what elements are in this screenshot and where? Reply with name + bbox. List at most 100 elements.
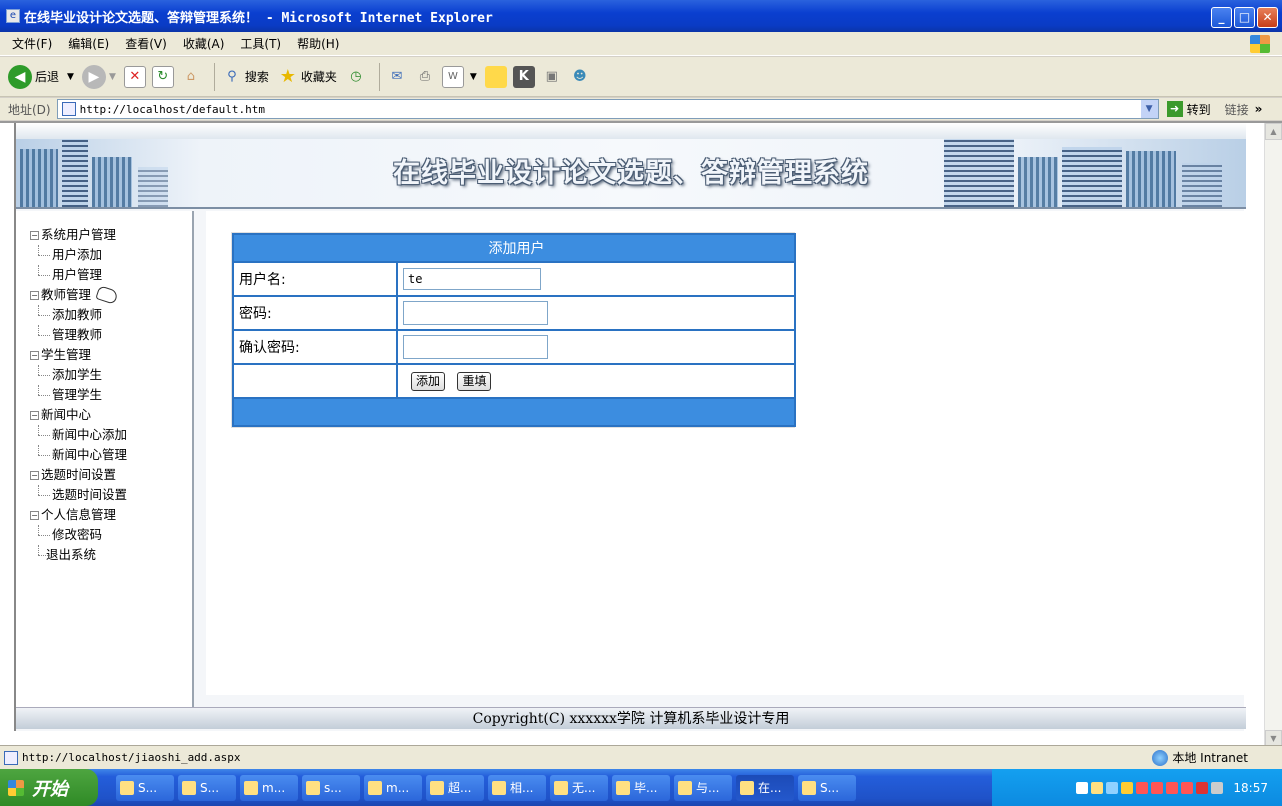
edit-dropdown-icon[interactable]: ▼ [470, 72, 477, 82]
network-icon[interactable] [1106, 781, 1119, 794]
submit-button[interactable]: 添加 [411, 371, 446, 391]
page-icon [61, 102, 76, 116]
password-label: 密码: [232, 295, 398, 331]
nav-group-personal-info[interactable]: − 个人信息管理 [30, 505, 127, 525]
mail-icon[interactable]: ✉ [386, 66, 408, 88]
collapse-icon[interactable]: − [30, 410, 39, 420]
taskbar-item[interactable]: m... [240, 774, 298, 801]
nav-item-manage-news[interactable]: 新闻中心管理 [30, 445, 127, 465]
back-button[interactable]: ◀ 后退 ▼ [8, 64, 74, 89]
qq-icon[interactable] [1151, 781, 1164, 794]
print-icon[interactable]: ⎙ [414, 66, 436, 88]
nav-group-teachers[interactable]: − 教师管理 [30, 285, 127, 305]
taskbar-item[interactable]: S... [798, 774, 856, 801]
refresh-icon[interactable]: ↻ [151, 65, 174, 88]
taskbar-item[interactable]: 毕... [612, 774, 670, 801]
start-button[interactable]: 开始 [0, 769, 98, 806]
folder-icon [492, 780, 506, 795]
address-bar: 地址(D) http://localhost/default.htm ▼ ➜ 转… [0, 98, 1282, 120]
collapse-icon[interactable]: − [30, 290, 39, 300]
scroll-up-icon[interactable]: ▲ [1265, 123, 1282, 140]
close-button[interactable]: ✕ [1257, 7, 1278, 28]
nav-item-change-password[interactable]: 修改密码 [30, 525, 127, 545]
qq-icon[interactable] [1181, 781, 1194, 794]
nav-item-add-student[interactable]: 添加学生 [30, 365, 127, 385]
collapse-icon[interactable]: − [30, 470, 39, 480]
taskbar-item[interactable]: S... [178, 774, 236, 801]
menu-tools[interactable]: 工具(T) [240, 35, 281, 52]
confirm-password-input[interactable] [403, 335, 548, 359]
back-dropdown-icon[interactable]: ▼ [67, 72, 74, 82]
menu-edit[interactable]: 编辑(E) [68, 35, 109, 52]
taskbar-item[interactable]: m... [364, 774, 422, 801]
nav-item-add-user[interactable]: 用户添加 [30, 245, 127, 265]
star-icon: ★ [279, 66, 296, 87]
username-label: 用户名: [232, 261, 398, 297]
nav-group-label: 选题时间设置 [41, 467, 117, 482]
links-button[interactable]: 链接 [1225, 101, 1249, 118]
nav-item-manage-teachers[interactable]: 管理教师 [30, 325, 127, 345]
menu-file[interactable]: 文件(F) [12, 35, 52, 52]
nav-item-add-news[interactable]: 新闻中心添加 [30, 425, 127, 445]
note-icon[interactable] [484, 65, 507, 88]
research-icon[interactable]: ▣ [541, 66, 563, 88]
qq-icon[interactable] [1166, 781, 1179, 794]
taskbar-item[interactable]: 相... [488, 774, 546, 801]
nav-group-students[interactable]: − 学生管理 [30, 345, 127, 365]
help-icon[interactable] [1091, 781, 1104, 794]
menu-help[interactable]: 帮助(H) [297, 35, 339, 52]
taskbar-item[interactable]: 无... [550, 774, 608, 801]
form-title: 添加用户 [232, 233, 796, 263]
nav-item-manage-students[interactable]: 管理学生 [30, 385, 127, 405]
taskbar-item[interactable]: S... [116, 774, 174, 801]
home-icon[interactable]: ⌂ [180, 66, 202, 88]
vertical-scrollbar[interactable]: ▲ ▼ [1264, 123, 1282, 747]
stop-icon[interactable]: ✕ [123, 65, 146, 88]
nav-item-logout[interactable]: 退出系统 [30, 545, 127, 565]
keyboard-icon[interactable] [1076, 781, 1089, 794]
minimize-button[interactable]: _ [1211, 7, 1232, 28]
forward-dropdown-icon: ▼ [108, 71, 116, 82]
collapse-icon[interactable]: − [30, 510, 39, 520]
copyright-footer: Copyright(C) xxxxxx学院 计算机系毕业设计专用 [16, 707, 1246, 729]
password-input[interactable] [403, 301, 548, 325]
k-tool-icon[interactable] [1196, 781, 1209, 794]
username-input[interactable] [403, 268, 541, 290]
nav-group-news[interactable]: − 新闻中心 [30, 405, 127, 425]
address-url[interactable]: http://localhost/default.htm [80, 103, 265, 116]
forward-button[interactable]: ▶ ▼ [81, 64, 116, 89]
taskbar-item[interactable]: 超... [426, 774, 484, 801]
windows-logo-icon [8, 779, 24, 796]
taskbar-item-active[interactable]: 在... [736, 774, 794, 801]
edit-icon[interactable]: W [441, 65, 464, 88]
menu-view[interactable]: 查看(V) [125, 35, 167, 52]
menu-favorites[interactable]: 收藏(A) [183, 35, 225, 52]
maximize-button[interactable]: □ [1234, 7, 1255, 28]
window-title-bar[interactable]: e 在线毕业设计论文选题、答辩管理系统！ - Microsoft Interne… [0, 0, 1282, 32]
taskbar-item[interactable]: 与... [674, 774, 732, 801]
intranet-globe-icon [1152, 749, 1169, 766]
browser-toolbar: ◀ 后退 ▼ ▶ ▼ ✕ ↻ ⌂ ⚲ 搜索 ★ 收藏夹 ◷ ✉ ⎙ W ▼ K … [0, 57, 1282, 97]
search-button[interactable]: ⚲ 搜索 [221, 66, 269, 88]
collapse-icon[interactable]: − [30, 350, 39, 360]
messenger-icon[interactable]: ☻ [569, 66, 591, 88]
go-button[interactable]: ➜ 转到 [1166, 101, 1211, 118]
nav-group-topic-time[interactable]: − 选题时间设置 [30, 465, 127, 485]
address-input[interactable]: http://localhost/default.htm ▼ [56, 99, 1159, 119]
shield-icon[interactable] [1121, 781, 1134, 794]
history-icon[interactable]: ◷ [345, 66, 367, 88]
chevron-right-icon[interactable]: » [1255, 102, 1263, 116]
volume-icon[interactable] [1211, 781, 1224, 794]
address-dropdown-icon[interactable]: ▼ [1140, 100, 1158, 118]
nav-item-add-teacher[interactable]: 添加教师 [30, 305, 127, 325]
favorites-button[interactable]: ★ 收藏夹 [277, 66, 337, 88]
nav-item-manage-users[interactable]: 用户管理 [30, 265, 127, 285]
taskbar-item[interactable]: s... [302, 774, 360, 801]
nav-group-system-users[interactable]: − 系统用户管理 [30, 225, 127, 245]
qq-icon[interactable] [1136, 781, 1149, 794]
reset-button[interactable]: 重填 [457, 371, 492, 391]
collapse-icon[interactable]: − [30, 230, 39, 240]
nav-item-topic-time-settings[interactable]: 选题时间设置 [30, 485, 127, 505]
zone-label: 本地 Intranet [1172, 751, 1248, 765]
k-tool-icon[interactable]: K [512, 65, 535, 88]
